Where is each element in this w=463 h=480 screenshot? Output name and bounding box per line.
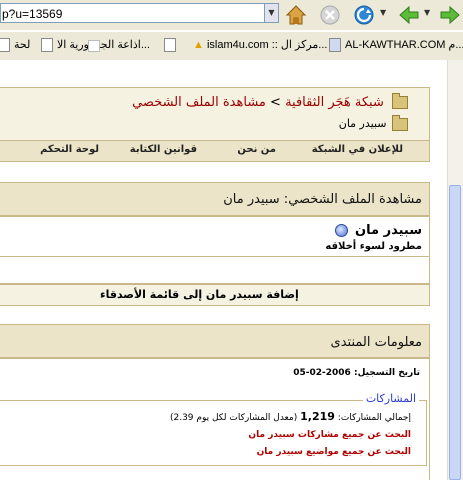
bookmark-item[interactable]: ▲ islam4u.com :: مركز ال...	[193, 38, 327, 51]
nav-item-rules[interactable]: قوانين الكتابة	[130, 144, 197, 155]
back-dropdown-icon[interactable]: ▼	[424, 8, 430, 17]
address-dropdown-button[interactable]: ▼	[264, 3, 279, 23]
nav-item-control-panel[interactable]: لوحة التحكم	[40, 144, 99, 155]
breadcrumb-sub: سبيدر مان	[339, 114, 408, 131]
address-input[interactable]: p?u=13569	[0, 3, 266, 23]
page-content: شبكة هَجَر الثقافية > مشاهدة الملف الشخص…	[0, 60, 447, 480]
breadcrumb: شبكة هَجَر الثقافية > مشاهدة الملف الشخص…	[132, 93, 408, 110]
online-status-icon	[334, 224, 348, 237]
profile-username: سبيدر مان	[334, 223, 422, 238]
home-icon[interactable]	[284, 3, 308, 27]
divider	[0, 256, 430, 257]
posts-legend: المشاركات	[362, 392, 419, 405]
bookmark-item[interactable]: AL-KAWTHAR.COM م...	[329, 38, 463, 53]
bookmark-item[interactable]: لحة	[0, 38, 30, 53]
bookmarks-bar: AL-KAWTHAR.COM م... ▲ islam4u.com :: مرك…	[0, 31, 463, 61]
add-friend-link[interactable]: إضافة سبيدر مان إلى قائمة الأصدقاء	[100, 288, 299, 301]
breadcrumb-site-link[interactable]: شبكة هَجَر الثقافية	[285, 95, 384, 110]
refresh-dropdown-icon[interactable]: ▼	[380, 8, 386, 17]
page-icon	[0, 38, 10, 53]
page-icon	[329, 38, 341, 53]
folder-icon	[392, 93, 408, 109]
nav-item-advertise[interactable]: للإعلان في الشبكة	[312, 144, 403, 155]
forward-icon[interactable]	[438, 3, 462, 27]
warning-icon: ▲	[193, 39, 204, 51]
scrollbar-thumb[interactable]	[449, 185, 461, 480]
refresh-icon[interactable]	[352, 3, 376, 27]
forum-info-heading: معلومات المنتدى	[330, 335, 422, 350]
profile-heading: مشاهدة الملف الشخصي: سبيدر مان	[223, 192, 422, 207]
page-icon	[41, 38, 53, 53]
total-posts: إجمالي المشاركات: 1,219 (معدل المشاركات …	[169, 410, 411, 423]
chevron-icon[interactable]	[88, 40, 100, 52]
back-icon[interactable]	[397, 3, 421, 27]
profile-user-title: مطرود لسوء أخلاقه	[325, 241, 422, 252]
nav-item-about[interactable]: من نحن	[237, 144, 276, 155]
folder-icon	[392, 114, 408, 131]
stop-icon[interactable]	[318, 3, 342, 27]
search-posts-link[interactable]: البحث عن جميع مشاركات سبيدر مان	[248, 430, 411, 440]
page-icon	[164, 38, 180, 52]
search-threads-link[interactable]: البحث عن جميع مواضيع سبيدر مان	[257, 447, 411, 457]
registration-info: تاريخ التسجيل: 2006-02-05	[293, 368, 420, 378]
breadcrumb-current[interactable]: مشاهدة الملف الشخصي	[132, 95, 266, 110]
